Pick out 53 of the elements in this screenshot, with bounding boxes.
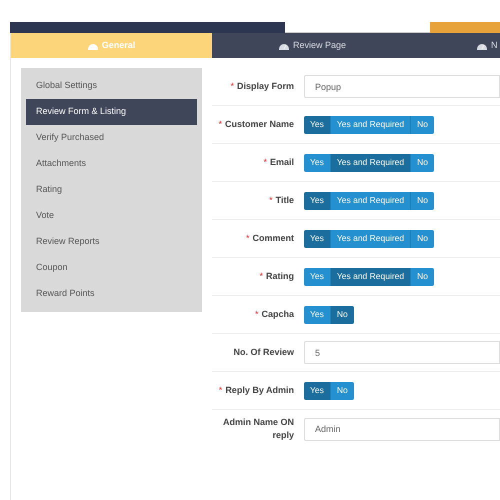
toggle-option[interactable]: No bbox=[410, 230, 434, 248]
field-label: Rating bbox=[266, 270, 294, 283]
toggle-option[interactable]: Yes bbox=[304, 116, 330, 134]
toggle-option[interactable]: No bbox=[330, 382, 354, 400]
toggle-option[interactable]: Yes and Required bbox=[330, 268, 410, 286]
toggle-option[interactable]: No bbox=[410, 192, 434, 210]
toggle-option[interactable]: No bbox=[410, 116, 434, 134]
toggle-option[interactable]: Yes bbox=[304, 154, 330, 172]
required-asterisk: * bbox=[269, 194, 273, 207]
field-label: Reply By Admin bbox=[225, 384, 294, 397]
required-asterisk: * bbox=[254, 308, 258, 321]
sidebar-item[interactable]: Review Reports bbox=[26, 229, 197, 255]
required-asterisk: * bbox=[263, 156, 267, 169]
toggle-option[interactable]: Yes bbox=[304, 268, 330, 286]
sidebar-item[interactable]: Coupon bbox=[26, 255, 197, 281]
toggle-option[interactable]: Yes bbox=[304, 382, 330, 400]
field-label: Comment bbox=[252, 232, 294, 245]
dashboard-icon bbox=[278, 41, 289, 50]
toggle-option[interactable]: Yes bbox=[304, 192, 330, 210]
field-label: Email bbox=[270, 156, 294, 169]
sidebar-item[interactable]: Verify Purchased bbox=[26, 125, 197, 151]
toggle-option[interactable]: Yes and Required bbox=[330, 154, 410, 172]
sidebar-item[interactable]: Reward Points bbox=[26, 281, 197, 307]
required-asterisk: * bbox=[230, 80, 234, 93]
sidebar-item[interactable]: Vote bbox=[26, 203, 197, 229]
toggle-option[interactable]: Yes and Required bbox=[330, 230, 410, 248]
required-asterisk: * bbox=[218, 384, 222, 397]
field-label: Title bbox=[276, 194, 294, 207]
input-field[interactable]: Admin bbox=[304, 418, 500, 440]
field-label: No. Of Review bbox=[233, 346, 294, 359]
toggle-option[interactable]: Yes and Required bbox=[330, 192, 410, 210]
dashboard-icon bbox=[477, 41, 487, 50]
required-asterisk: * bbox=[218, 118, 222, 131]
toggle-option[interactable]: No bbox=[330, 306, 354, 324]
toggle-option[interactable]: Yes and Required bbox=[330, 116, 410, 134]
field-label: Customer Name bbox=[224, 118, 294, 131]
sidebar-item[interactable]: Attachments bbox=[26, 151, 197, 177]
sidebar-item[interactable]: Rating bbox=[26, 177, 197, 203]
input-field[interactable]: 5 bbox=[304, 341, 500, 364]
header-accent bbox=[430, 22, 500, 33]
field-label: Capcha bbox=[261, 308, 294, 321]
toggle-option[interactable]: No bbox=[410, 268, 434, 286]
field-label: Display Form bbox=[236, 80, 294, 93]
input-field[interactable]: Popup bbox=[304, 75, 500, 98]
sidebar-item[interactable]: Global Settings bbox=[26, 73, 197, 99]
required-asterisk: * bbox=[259, 270, 263, 283]
toggle-option[interactable]: Yes bbox=[304, 230, 330, 248]
toggle-option[interactable]: Yes bbox=[304, 306, 330, 324]
sidebar-item[interactable]: Review Form & Listing bbox=[26, 99, 197, 125]
toggle-option[interactable]: No bbox=[410, 154, 434, 172]
dashboard-icon bbox=[88, 41, 98, 50]
required-asterisk: * bbox=[246, 232, 250, 245]
field-label: Admin Name ON reply bbox=[222, 416, 294, 442]
